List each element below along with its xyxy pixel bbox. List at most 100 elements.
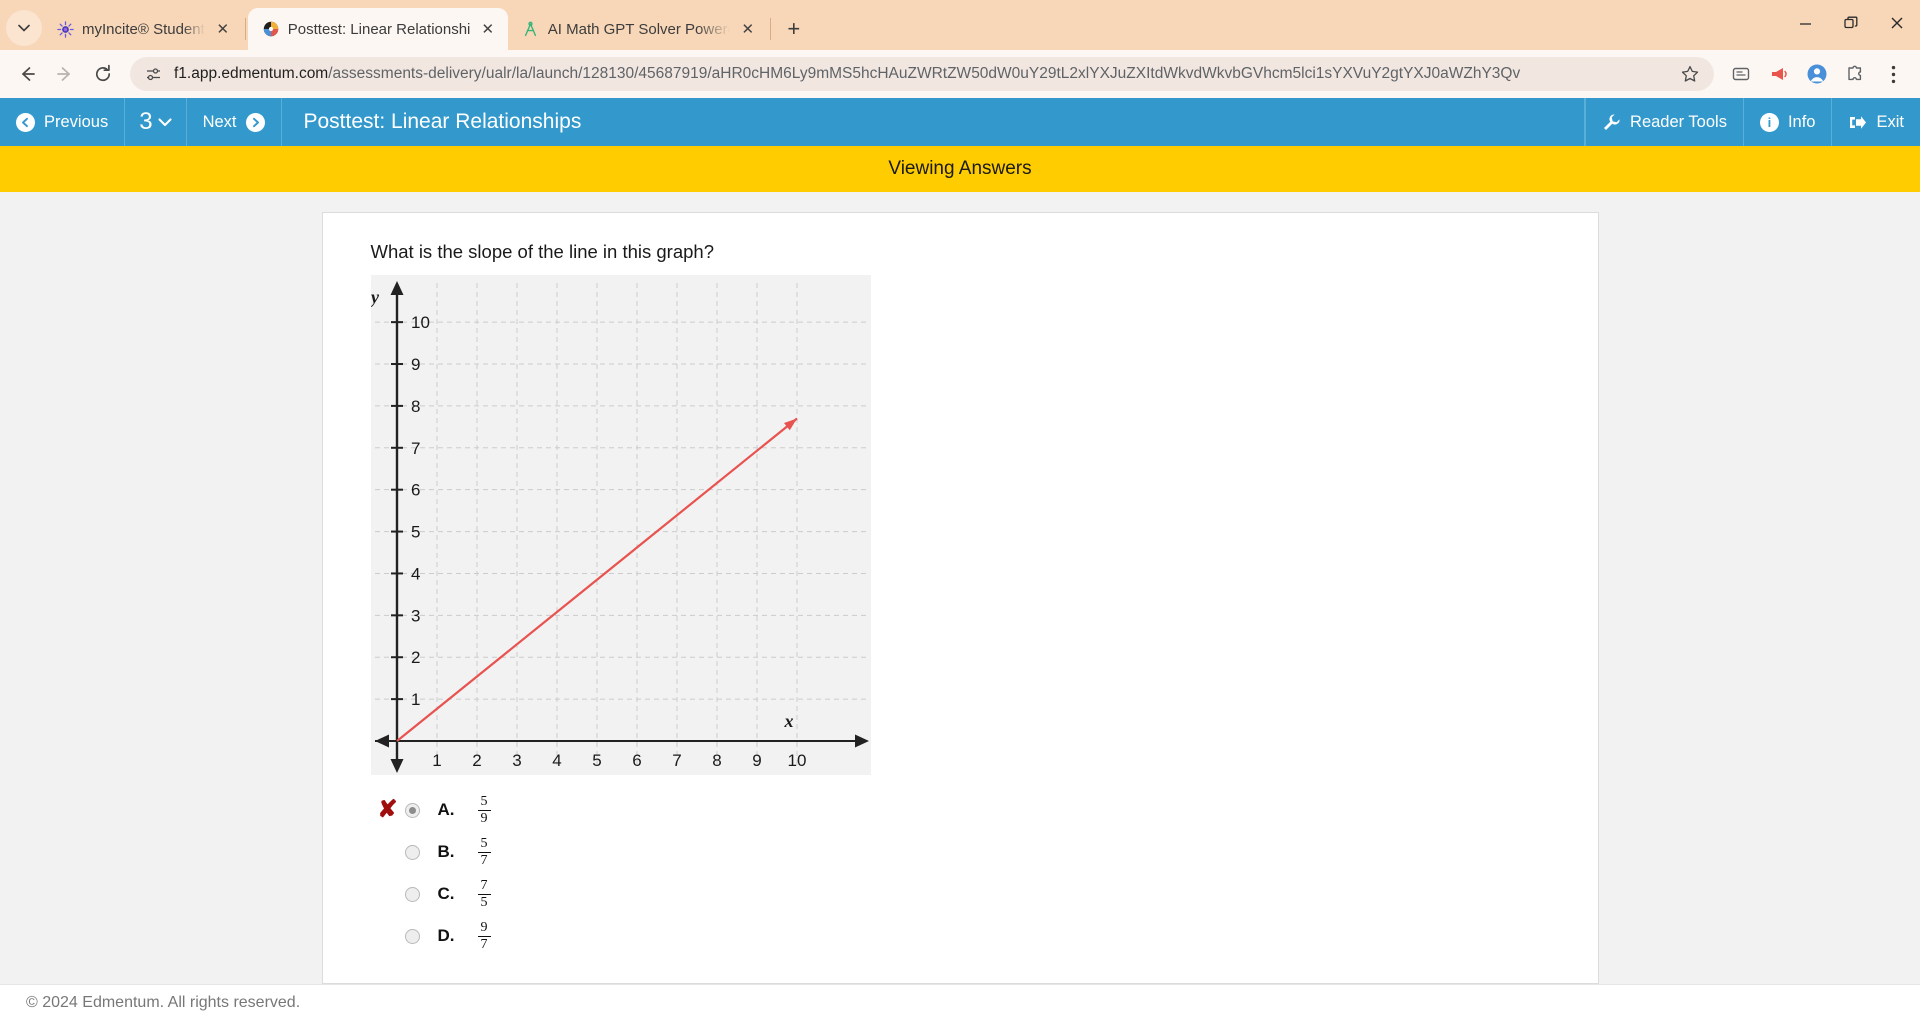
plus-icon[interactable]: + <box>777 12 811 46</box>
close-icon[interactable]: ✕ <box>738 19 758 39</box>
y-tick-label: 9 <box>411 355 420 374</box>
tab-divider <box>244 18 246 40</box>
x-tick-label: 7 <box>672 751 681 770</box>
status-banner-text: Viewing Answers <box>888 158 1032 179</box>
toolbar-right-group: Reader Tools i Info Exit <box>1585 98 1920 146</box>
info-button[interactable]: i Info <box>1742 98 1832 146</box>
option-value-c: 7 5 <box>477 877 491 911</box>
incorrect-mark-icon: ✘ <box>377 796 398 823</box>
question-text: What is the slope of the line in this gr… <box>370 241 714 262</box>
slope-graph: 1 2 3 4 5 6 7 8 9 10 1 2 3 4 5 6 7 8 9 10 y x <box>369 275 871 775</box>
extensions-puzzle-icon[interactable] <box>1838 57 1872 91</box>
y-tick-label: 7 <box>411 439 420 458</box>
minimize-icon[interactable] <box>1782 0 1828 46</box>
previous-button[interactable]: Previous <box>0 98 126 146</box>
previous-label: Previous <box>44 112 109 131</box>
site-settings-icon[interactable] <box>142 63 164 85</box>
option-letter: B. <box>437 842 455 861</box>
browser-tab-title: myIncite® Student <box>82 20 205 38</box>
browser-tab-1[interactable]: Posttest: Linear Relationships ✕ <box>247 8 508 50</box>
y-tick-label: 2 <box>411 648 420 667</box>
x-tick-label: 1 <box>432 751 441 770</box>
answer-options: ✘ A. 5 9 B. 5 7 C. 7 5 D. 9 7 <box>371 789 1550 957</box>
option-radio-c[interactable] <box>404 886 420 902</box>
edmentum-favicon <box>262 20 280 38</box>
next-label: Next <box>202 112 237 131</box>
y-tick-label: 1 <box>411 690 420 709</box>
restore-icon[interactable] <box>1828 0 1874 46</box>
browser-tab-0[interactable]: myIncite® Student ✕ <box>42 8 243 50</box>
reader-tools-label: Reader Tools <box>1630 112 1727 131</box>
option-value-d: 9 7 <box>477 920 491 952</box>
x-tick-label: 8 <box>712 751 721 770</box>
y-axis-label: y <box>371 287 380 307</box>
next-button[interactable]: Next <box>187 98 282 146</box>
x-tick-label: 9 <box>752 751 761 770</box>
exit-button[interactable]: Exit <box>1831 98 1920 146</box>
x-tick-label: 2 <box>472 751 481 770</box>
option-row[interactable]: ✘ A. 5 9 <box>371 789 1550 831</box>
option-letter: D. <box>437 926 455 945</box>
x-tick-label: 3 <box>512 751 521 770</box>
wrench-icon <box>1602 113 1621 132</box>
star-icon[interactable] <box>1678 65 1702 83</box>
option-row[interactable]: B. 5 7 <box>371 831 1550 873</box>
circle-left-arrow-icon <box>16 112 35 132</box>
option-letter: A. <box>437 800 455 819</box>
page-body: What is the slope of the line in this gr… <box>0 192 1920 984</box>
url-text: f1.app.edmentum.com/assessments-delivery… <box>174 65 1668 83</box>
reader-tools-button[interactable]: Reader Tools <box>1585 98 1743 146</box>
window-controls <box>1782 0 1920 46</box>
url-bar[interactable]: f1.app.edmentum.com/assessments-delivery… <box>130 57 1714 91</box>
fraction-numerator: 5 <box>480 835 488 851</box>
option-radio-b[interactable] <box>404 844 420 860</box>
browser-tab-strip: myIncite® Student ✕ Posttest: Linear Rel… <box>0 0 1920 50</box>
url-host: f1.app.edmentum.com <box>174 65 329 82</box>
fraction-numerator: 7 <box>480 877 488 893</box>
y-tick-label: 4 <box>411 564 420 583</box>
fraction-denominator: 5 <box>477 893 491 911</box>
exit-arrow-icon <box>1848 114 1867 131</box>
close-icon[interactable]: ✕ <box>478 19 498 39</box>
y-tick-label: 8 <box>411 397 420 416</box>
y-tick-label: 3 <box>411 606 420 625</box>
fraction-denominator: 7 <box>477 851 491 869</box>
back-arrow-icon[interactable] <box>10 57 44 91</box>
extension-icon[interactable] <box>1724 57 1758 91</box>
option-value-b: 5 7 <box>477 835 491 869</box>
tab-search-icon[interactable] <box>6 10 42 46</box>
browser-tab-2[interactable]: AI Math GPT Solver Powered by ✕ <box>508 8 768 50</box>
fraction-numerator: 5 <box>480 793 488 809</box>
option-row[interactable]: D. 9 7 <box>371 915 1550 957</box>
page-title: Posttest: Linear Relationships <box>282 98 1586 146</box>
x-tick-label: 4 <box>552 751 561 770</box>
info-label: Info <box>1787 112 1816 131</box>
fraction-denominator: 9 <box>477 809 491 827</box>
option-radio-a[interactable] <box>404 802 420 818</box>
profile-icon[interactable] <box>1800 57 1834 91</box>
tab-divider <box>769 18 771 40</box>
extension-icons <box>1724 57 1910 91</box>
option-row[interactable]: C. 7 5 <box>371 873 1550 915</box>
option-value-a: 5 9 <box>477 793 491 827</box>
x-tick-label: 6 <box>632 751 641 770</box>
question-number-selector[interactable]: 3 <box>125 98 187 146</box>
y-tick-label: 5 <box>411 523 420 542</box>
megaphone-icon[interactable] <box>1762 57 1796 91</box>
graph-svg: 1 2 3 4 5 6 7 8 9 10 1 2 3 4 5 6 7 8 9 10 y x <box>369 275 871 775</box>
browser-omnibox-row: f1.app.edmentum.com/assessments-delivery… <box>0 50 1920 98</box>
info-circle-icon: i <box>1759 112 1779 132</box>
close-icon[interactable]: ✕ <box>213 19 233 39</box>
browser-tab-title: AI Math GPT Solver Powered by <box>547 20 730 38</box>
plot-background <box>370 275 871 775</box>
question-number: 3 <box>139 108 153 135</box>
incite-favicon <box>56 20 74 38</box>
url-path: /assessments-delivery/ualr/la/launch/128… <box>328 65 1521 82</box>
circle-right-arrow-icon <box>245 112 265 132</box>
forward-arrow-icon[interactable] <box>48 57 82 91</box>
chevron-down-icon <box>158 117 172 127</box>
kebab-menu-icon[interactable] <box>1876 57 1910 91</box>
close-icon[interactable] <box>1874 0 1920 46</box>
reload-icon[interactable] <box>86 57 120 91</box>
option-radio-d[interactable] <box>404 928 420 944</box>
